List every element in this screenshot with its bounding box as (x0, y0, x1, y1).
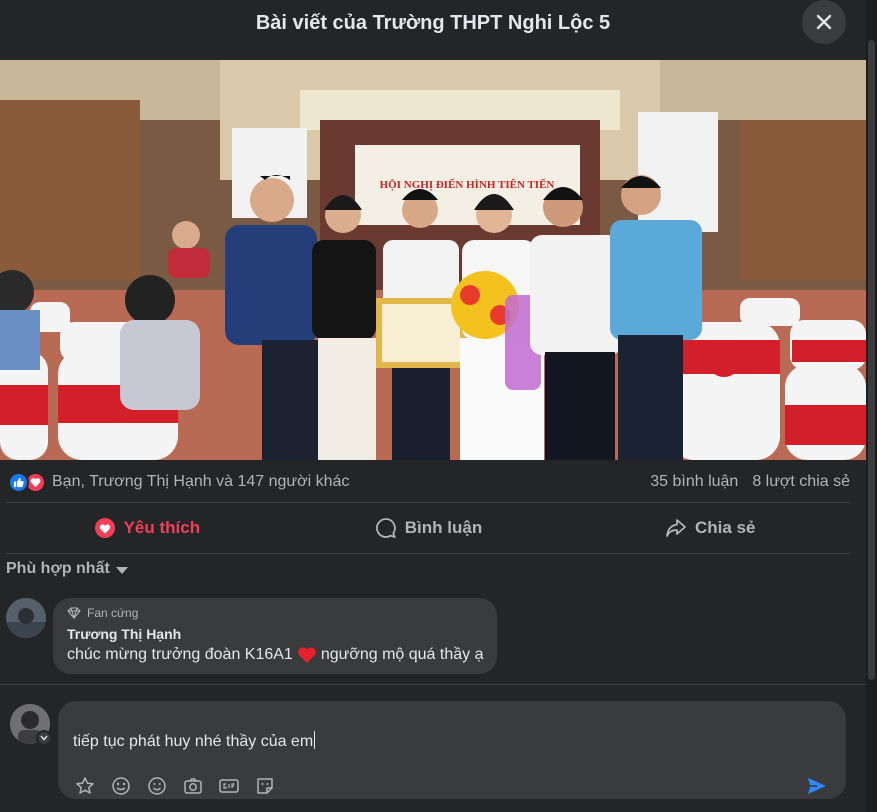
share-icon (666, 519, 686, 537)
fan-badge-label: Fan cứng (87, 606, 139, 620)
close-icon (816, 14, 832, 30)
chevron-down-icon (115, 566, 128, 574)
dialog-header: Bài viết của Trường THPT Nghi Lộc 5 (0, 0, 866, 46)
post-stats: 35 bình luận 8 lượt chia sẻ (650, 473, 850, 491)
smiley-icon (148, 777, 166, 795)
comment-bubble: Fan cứng Trương Thị Hạnh chúc mừng trưởn… (53, 598, 498, 674)
scrollbar[interactable] (866, 0, 877, 812)
comment-sort-label: Phù hợp nhất (6, 560, 110, 577)
emoji-icon (112, 777, 130, 795)
avatar[interactable] (6, 598, 46, 638)
comment-author[interactable]: Trương Thị Hạnh (67, 626, 483, 642)
avatar-sticker-icon (76, 777, 94, 794)
comment-input[interactable]: tiếp tục phát huy nhé thầy của em (73, 731, 316, 751)
comment-icon (375, 518, 396, 539)
text-cursor (314, 731, 316, 749)
close-button[interactable] (802, 0, 846, 44)
love-button-label: Yêu thích (123, 518, 201, 537)
photo-button[interactable] (182, 775, 204, 797)
gif-button[interactable] (218, 775, 240, 797)
reaction-names[interactable]: Bạn, Trương Thị Hạnh và 147 người khác (52, 473, 650, 491)
reaction-icons[interactable] (8, 471, 46, 493)
post-actions: Yêu thích Bình luận Chia sẻ (6, 506, 851, 550)
stage-banner-text: HỘI NGHỊ ĐIỂN HÌNH TIÊN TIẾN (380, 178, 555, 191)
comment-input-value: tiếp tục phát huy nhé thầy của em (73, 733, 314, 750)
photo-illustration: HỘI NGHỊ ĐIỂN HÌNH TIÊN TIẾN (0, 60, 866, 460)
share-count[interactable]: 8 lượt chia sẻ (752, 473, 850, 491)
smiley-button[interactable] (146, 775, 168, 797)
comment-button[interactable]: Bình luận (288, 506, 570, 550)
like-reaction-icon (8, 471, 29, 493)
comment-text-part: chúc mừng trưởng đoàn K16A1 (67, 646, 293, 663)
reactions-summary: Bạn, Trương Thị Hạnh và 147 người khác 3… (0, 462, 866, 502)
fan-badge[interactable]: Fan cứng (67, 606, 483, 620)
send-icon[interactable] (806, 775, 828, 797)
heart-icon (94, 518, 115, 538)
sticker-icon (257, 778, 273, 794)
dialog-title: Bài viết của Trường THPT Nghi Lộc 5 (255, 11, 611, 34)
comment-item: Fan cứng Trương Thị Hạnh chúc mừng trưởn… (6, 598, 498, 674)
gif-icon (219, 779, 239, 793)
post-photo[interactable]: HỘI NGHỊ ĐIỂN HÌNH TIÊN TIẾN (0, 60, 866, 460)
love-button[interactable]: Yêu thích (6, 506, 288, 550)
sticker-button[interactable] (254, 775, 276, 797)
avatar-switch-icon[interactable] (36, 730, 52, 746)
diamond-icon (67, 607, 81, 619)
comment-composer-area: tiếp tục phát huy nhé thầy của em (0, 684, 866, 812)
divider (6, 502, 851, 503)
comment-text-part: ngưỡng mộ quá thầy ạ (320, 646, 484, 663)
avatar-sticker-button[interactable] (74, 775, 96, 797)
comment-sort-dropdown[interactable]: Phù hợp nhất (6, 560, 128, 578)
share-button-label: Chia sẻ (694, 518, 756, 537)
comment-button-label: Bình luận (404, 518, 483, 537)
emoji-button[interactable] (110, 775, 132, 797)
camera-icon (184, 778, 202, 794)
scrollbar-thumb[interactable] (868, 40, 875, 680)
divider (6, 553, 851, 554)
red-heart-emoji-icon (297, 647, 316, 663)
comment-text: chúc mừng trưởng đoàn K16A1 ngưỡng mộ qu… (67, 646, 483, 664)
comment-count[interactable]: 35 bình luận (650, 473, 738, 491)
composer-toolbar (74, 775, 276, 797)
comment-composer[interactable]: tiếp tục phát huy nhé thầy của em (58, 701, 846, 799)
share-button[interactable]: Chia sẻ (569, 506, 851, 550)
